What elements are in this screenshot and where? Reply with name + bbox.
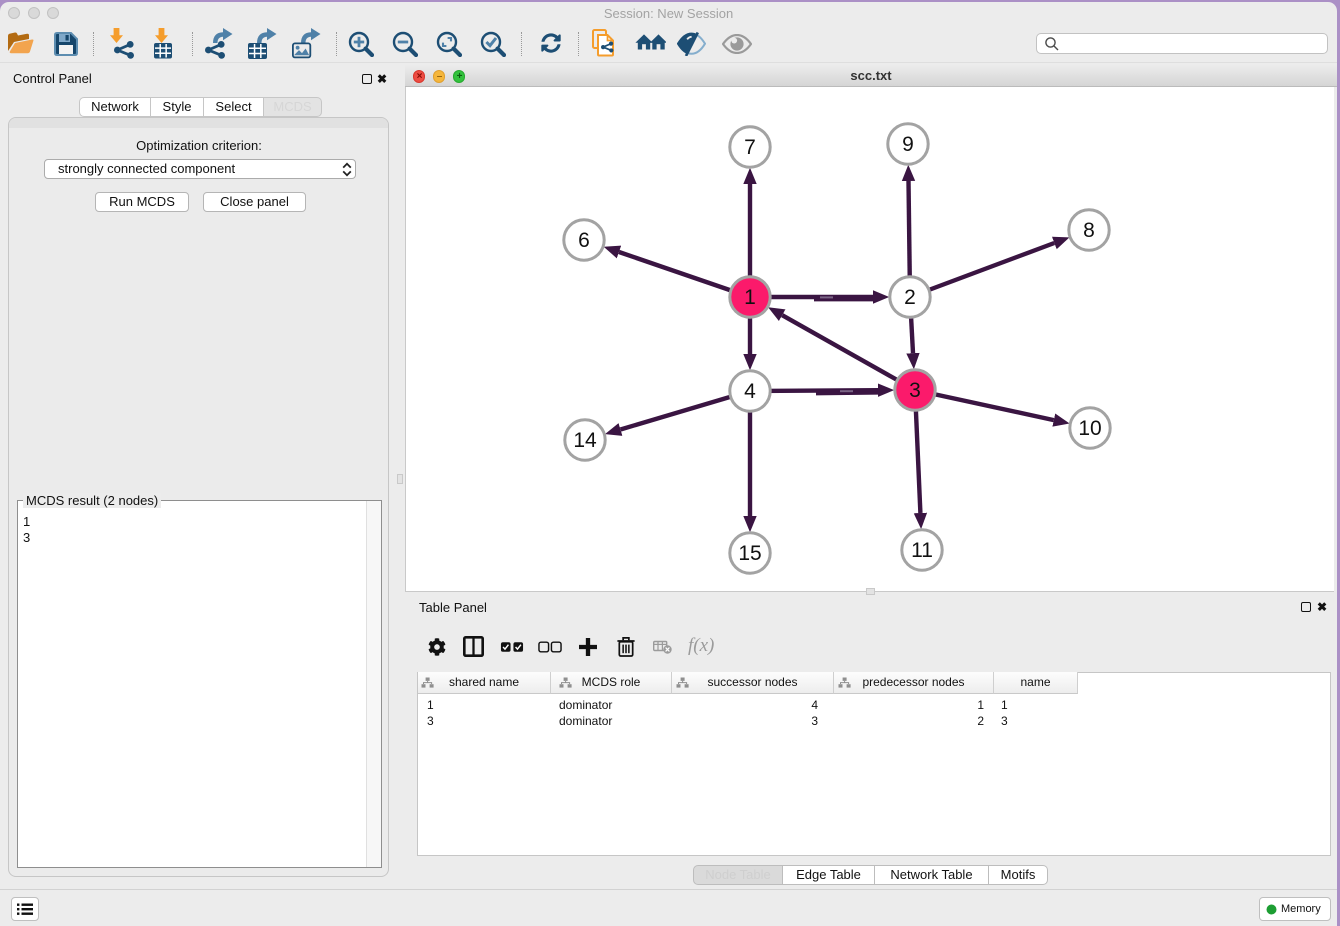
- svg-text:7: 7: [744, 136, 756, 159]
- svg-text:9: 9: [902, 133, 914, 156]
- svg-text:f(x): f(x): [688, 636, 714, 656]
- svg-text:4: 4: [744, 380, 756, 403]
- svg-text:15: 15: [738, 542, 761, 565]
- svg-text:3: 3: [909, 379, 921, 402]
- svg-text:2: 2: [904, 286, 916, 309]
- svg-text:10: 10: [1078, 417, 1101, 440]
- svg-text:6: 6: [578, 229, 590, 252]
- svg-text:14: 14: [573, 429, 597, 452]
- svg-text:1: 1: [744, 286, 756, 309]
- svg-text:11: 11: [911, 539, 933, 562]
- svg-text:8: 8: [1083, 219, 1095, 242]
